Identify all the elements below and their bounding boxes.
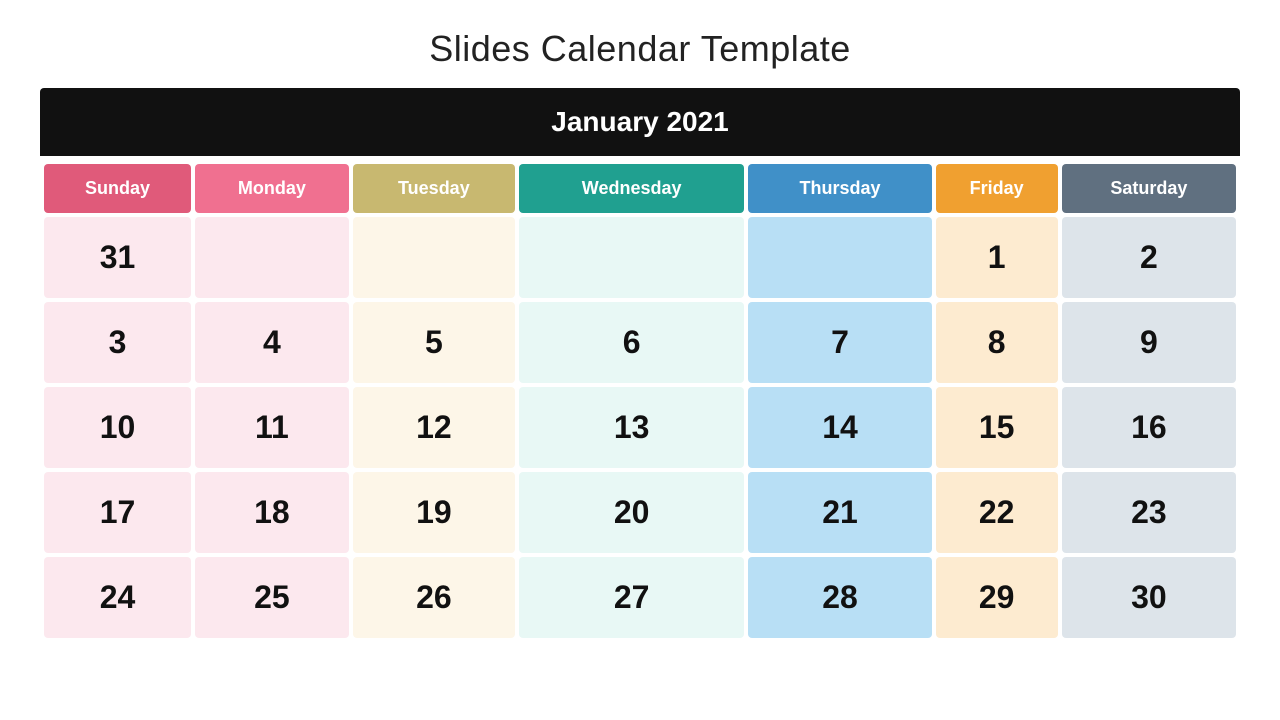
calendar-cell: 25: [195, 557, 349, 638]
calendar-cell: 10: [44, 387, 191, 468]
calendar-cell: 5: [353, 302, 515, 383]
calendar-grid: SundayMondayTuesdayWednesdayThursdayFrid…: [40, 160, 1240, 642]
day-header-saturday: Saturday: [1062, 164, 1236, 213]
calendar-cell: 27: [519, 557, 744, 638]
calendar-cell: 13: [519, 387, 744, 468]
calendar-week-row: 3456789: [44, 302, 1236, 383]
calendar-body: 3112345678910111213141516171819202122232…: [44, 217, 1236, 638]
calendar-cell: 28: [748, 557, 931, 638]
calendar-cell: 11: [195, 387, 349, 468]
calendar-cell: 22: [936, 472, 1058, 553]
calendar-week-row: 31 12: [44, 217, 1236, 298]
calendar-cell: 6: [519, 302, 744, 383]
calendar-cell: 2: [1062, 217, 1236, 298]
header-row: SundayMondayTuesdayWednesdayThursdayFrid…: [44, 164, 1236, 213]
day-header-friday: Friday: [936, 164, 1058, 213]
calendar-cell: 18: [195, 472, 349, 553]
calendar-cell: 9: [1062, 302, 1236, 383]
day-header-sunday: Sunday: [44, 164, 191, 213]
calendar-cell: 31: [44, 217, 191, 298]
calendar-cell: [353, 217, 515, 298]
calendar-cell: 26: [353, 557, 515, 638]
calendar-cell: 3: [44, 302, 191, 383]
calendar-days-header: SundayMondayTuesdayWednesdayThursdayFrid…: [44, 164, 1236, 213]
calendar-cell: 16: [1062, 387, 1236, 468]
day-header-wednesday: Wednesday: [519, 164, 744, 213]
calendar-cell: 23: [1062, 472, 1236, 553]
page-title: Slides Calendar Template: [429, 28, 851, 70]
calendar-cell: 8: [936, 302, 1058, 383]
calendar-week-row: 10111213141516: [44, 387, 1236, 468]
calendar-week-row: 24252627282930: [44, 557, 1236, 638]
calendar-cell: 4: [195, 302, 349, 383]
calendar-cell: 21: [748, 472, 931, 553]
calendar-cell: 15: [936, 387, 1058, 468]
calendar-cell: 19: [353, 472, 515, 553]
calendar-cell: 24: [44, 557, 191, 638]
calendar-cell: 30: [1062, 557, 1236, 638]
calendar-cell: [519, 217, 744, 298]
calendar-wrapper: January 2021 SundayMondayTuesdayWednesda…: [40, 88, 1240, 642]
calendar-cell: 20: [519, 472, 744, 553]
calendar-cell: 1: [936, 217, 1058, 298]
calendar-week-row: 17181920212223: [44, 472, 1236, 553]
day-header-monday: Monday: [195, 164, 349, 213]
calendar-cell: 14: [748, 387, 931, 468]
calendar-cell: [195, 217, 349, 298]
day-header-thursday: Thursday: [748, 164, 931, 213]
day-header-tuesday: Tuesday: [353, 164, 515, 213]
calendar-cell: 29: [936, 557, 1058, 638]
calendar-month-header: January 2021: [40, 88, 1240, 156]
calendar-cell: [748, 217, 931, 298]
calendar-cell: 17: [44, 472, 191, 553]
calendar-cell: 12: [353, 387, 515, 468]
calendar-cell: 7: [748, 302, 931, 383]
